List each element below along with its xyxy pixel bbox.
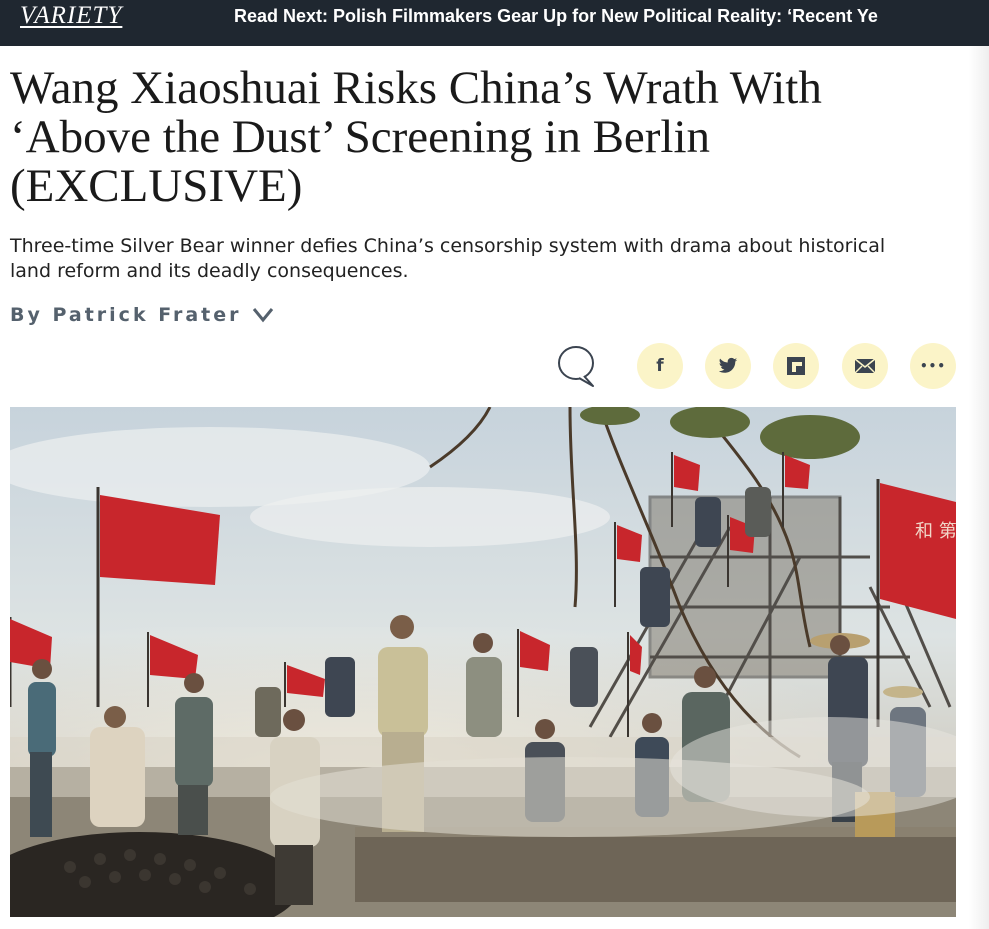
variety-logo[interactable]: VARIETY: [20, 2, 122, 30]
more-share-button[interactable]: •••: [910, 343, 956, 389]
more-icon: •••: [919, 359, 946, 373]
article-headline: Wang Xiaoshuai Risks China’s Wrath With …: [10, 64, 940, 211]
flag-characters: 和 第: [915, 521, 956, 542]
flipboard-icon: [787, 357, 805, 375]
hero-image[interactable]: 和 第: [10, 407, 956, 917]
facebook-icon: f: [656, 356, 664, 376]
comment-icon: [558, 346, 594, 387]
headline-line-3: (EXCLUSIVE): [10, 160, 303, 212]
top-bar: VARIETY Read Next: Polish Filmmakers Gea…: [0, 0, 989, 46]
twitter-icon: [718, 357, 738, 373]
email-share-button[interactable]: [842, 343, 888, 389]
article-dek: Three-time Silver Bear winner defies Chi…: [10, 234, 960, 284]
chevron-down-icon[interactable]: [252, 307, 274, 323]
share-bar: f •••: [553, 341, 963, 391]
byline[interactable]: By Patrick Frater: [10, 304, 274, 326]
facebook-share-button[interactable]: f: [637, 343, 683, 389]
twitter-share-button[interactable]: [705, 343, 751, 389]
email-icon: [854, 358, 876, 374]
scrollbar-track[interactable]: [969, 46, 989, 929]
read-next-link[interactable]: Read Next: Polish Filmmakers Gear Up for…: [234, 6, 878, 27]
hero-photo-illustration: 和 第: [10, 407, 956, 917]
dek-line-1: Three-time Silver Bear winner defies Chi…: [10, 235, 886, 257]
comment-button[interactable]: [553, 341, 599, 391]
headline-line-2: ‘Above the Dust’ Screening in Berlin: [10, 111, 711, 163]
headline-line-1: Wang Xiaoshuai Risks China’s Wrath With: [10, 62, 822, 114]
dek-line-2: land reform and its deadly consequences.: [10, 260, 409, 282]
byline-author[interactable]: By Patrick Frater: [10, 304, 242, 326]
flipboard-share-button[interactable]: [773, 343, 819, 389]
